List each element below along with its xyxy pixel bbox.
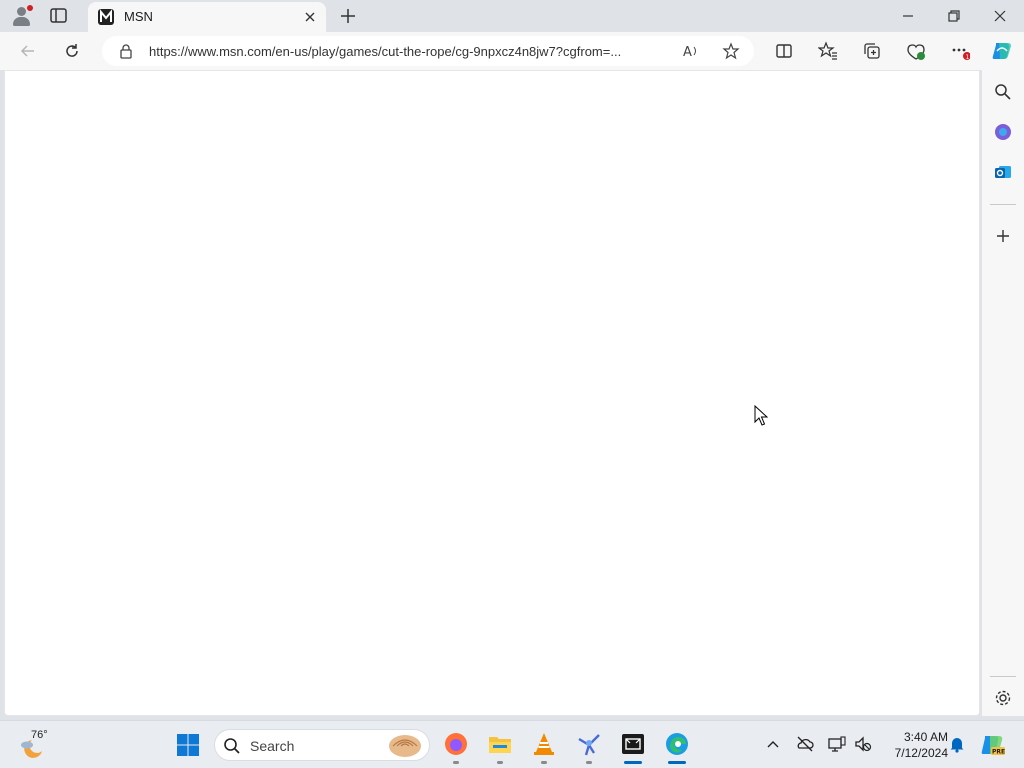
pinned-app-icon[interactable] <box>576 731 602 757</box>
address-bar[interactable]: https://www.msn.com/en-us/play/games/cut… <box>102 36 754 66</box>
system-clock[interactable]: 3:40 AM 7/12/2024 <box>878 729 948 761</box>
svg-text:1: 1 <box>966 54 970 61</box>
title-bar: MSN <box>0 0 1024 32</box>
pinned-app-running-indicator <box>586 761 592 764</box>
windows-start-icon[interactable] <box>176 733 200 757</box>
show-hidden-icons-chevron-up-icon[interactable] <box>764 735 782 753</box>
tab-msn[interactable]: MSN <box>88 2 326 32</box>
add-icon[interactable] <box>993 226 1013 246</box>
split-screen-icon[interactable] <box>774 41 794 61</box>
taskbar-search[interactable]: Search <box>214 729 430 761</box>
svg-text:A: A <box>683 45 692 60</box>
profile-icon[interactable] <box>10 5 34 27</box>
settings-gear-icon[interactable] <box>993 688 1013 708</box>
tab-title: MSN <box>124 9 153 24</box>
lock-icon[interactable] <box>118 43 134 59</box>
search-icon[interactable] <box>993 82 1013 102</box>
explorer-running-indicator <box>497 761 503 764</box>
copilot-sidebar-icon[interactable] <box>993 122 1013 142</box>
search-label: Search <box>250 738 295 754</box>
minimize-icon[interactable] <box>898 6 918 26</box>
search-highlight-shell-icon <box>389 735 421 757</box>
volume-muted-icon[interactable] <box>854 735 872 753</box>
vlc-running-indicator <box>541 761 547 764</box>
url-text[interactable]: https://www.msn.com/en-us/play/games/cut… <box>149 44 674 59</box>
taskbar: 76° Search 3:40 AM 7/12/2024 PRE <box>0 720 1024 768</box>
media-app-active-indicator <box>624 761 642 764</box>
vlc-icon[interactable] <box>531 731 557 757</box>
more-options-icon[interactable]: 1 <box>950 41 970 61</box>
edge-sidebar <box>982 70 1024 716</box>
firefox-running-indicator <box>453 761 459 764</box>
back-arrow-icon[interactable] <box>18 41 38 61</box>
collections-icon[interactable] <box>862 41 882 61</box>
restore-icon[interactable] <box>944 6 964 26</box>
read-aloud-icon[interactable]: A <box>682 42 700 60</box>
search-icon <box>224 738 240 754</box>
notification-bell-icon[interactable] <box>948 735 966 753</box>
media-app-icon[interactable] <box>620 731 646 757</box>
close-tab-icon[interactable] <box>302 9 318 25</box>
msn-favicon-icon <box>98 9 114 25</box>
screen: MSN https://www.msn.com/en-us/play/games… <box>0 0 1024 768</box>
sidebar-divider <box>990 204 1016 205</box>
clock-time: 3:40 AM <box>903 730 948 744</box>
file-explorer-icon[interactable] <box>487 731 513 757</box>
edge-browser-icon[interactable] <box>664 731 690 757</box>
edge-active-indicator <box>668 761 686 764</box>
sidebar-divider-bottom <box>990 676 1016 677</box>
favorites-icon[interactable] <box>818 41 838 61</box>
page-content[interactable] <box>4 70 980 716</box>
weather-temperature: 76° <box>31 729 48 741</box>
browser-toolbar: https://www.msn.com/en-us/play/games/cut… <box>0 32 1024 70</box>
refresh-icon[interactable] <box>62 41 82 61</box>
outlook-icon[interactable] <box>993 162 1013 182</box>
mouse-cursor-icon <box>754 405 768 426</box>
close-window-icon[interactable] <box>990 6 1010 26</box>
browser-essentials-icon[interactable] <box>906 41 926 61</box>
firefox-icon[interactable] <box>443 731 469 757</box>
clock-date: 7/12/2024 <box>894 746 948 760</box>
copilot-pre-icon[interactable]: PRE <box>980 732 1006 758</box>
favorite-star-icon[interactable] <box>722 42 740 60</box>
new-tab-icon[interactable] <box>338 6 358 26</box>
copilot-icon[interactable] <box>990 39 1014 63</box>
weather-widget[interactable]: 76° <box>18 729 62 761</box>
tab-actions-icon[interactable] <box>48 6 70 26</box>
svg-text:PRE: PRE <box>992 749 1005 756</box>
onedrive-offline-icon[interactable] <box>796 735 814 753</box>
network-display-icon[interactable] <box>828 735 846 753</box>
